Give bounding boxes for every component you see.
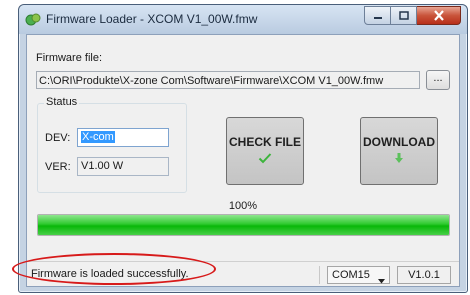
status-group: [37, 103, 187, 193]
app-version: V1.0.1: [397, 266, 451, 284]
download-button[interactable]: DOWNLOAD: [360, 117, 438, 185]
ver-label: VER:: [45, 161, 71, 173]
download-arrow-icon: [394, 152, 404, 167]
minimize-icon: [373, 16, 382, 19]
checkmark-icon: [258, 152, 272, 167]
check-file-button[interactable]: CHECK FILE: [226, 117, 304, 185]
client-area: Firmware file: C:\ORI\Produkte\X-zone Co…: [26, 34, 460, 287]
dev-field[interactable]: X-com: [77, 128, 169, 147]
ver-field: V1.00 W: [77, 157, 169, 176]
firmware-file-label: Firmware file:: [36, 52, 103, 64]
check-file-label: CHECK FILE: [229, 135, 301, 149]
dropdown-arrow-icon: [378, 273, 385, 289]
maximize-icon: [398, 11, 409, 20]
com-port-select[interactable]: COM15: [327, 266, 390, 284]
firmware-loader-window: Firmware Loader - XCOM V1_00W.fmw Firmwa…: [18, 4, 468, 293]
browse-button[interactable]: ...: [426, 70, 450, 90]
dev-value: X-com: [81, 131, 115, 143]
close-button[interactable]: [417, 6, 461, 25]
app-icon: [25, 12, 41, 28]
minimize-button[interactable]: [364, 6, 391, 25]
com-port-value: COM15: [332, 269, 370, 281]
download-label: DOWNLOAD: [363, 135, 435, 149]
title-bar[interactable]: Firmware Loader - XCOM V1_00W.fmw: [19, 5, 467, 34]
progress-percent: 100%: [228, 200, 258, 212]
progress-bar: [37, 214, 450, 236]
progress-fill: [38, 215, 449, 235]
status-bar: Firmware is loaded successfully. COM15 V…: [27, 261, 459, 287]
dev-label: DEV:: [45, 132, 71, 144]
firmware-path-field[interactable]: C:\ORI\Produkte\X-zone Com\Software\Firm…: [36, 71, 420, 89]
status-legend: Status: [44, 96, 80, 108]
status-divider: [319, 266, 320, 284]
caption-buttons: [364, 6, 461, 25]
window-title: Firmware Loader - XCOM V1_00W.fmw: [46, 12, 258, 26]
close-icon: [433, 10, 444, 21]
maximize-button[interactable]: [391, 6, 417, 25]
status-message: Firmware is loaded successfully.: [31, 268, 189, 280]
